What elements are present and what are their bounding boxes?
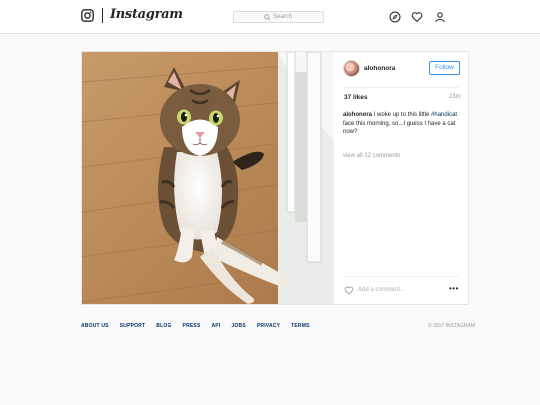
- post-details-panel: alohonora Follow 37 likes 23m alohonora …: [334, 52, 468, 304]
- post-username[interactable]: alohonora: [364, 65, 395, 72]
- search-icon: [264, 14, 271, 21]
- post-header: alohonora Follow: [334, 52, 468, 85]
- caption-username[interactable]: alohonora: [343, 112, 372, 118]
- footer-link-jobs[interactable]: JOBS: [231, 323, 245, 329]
- likes-count[interactable]: 37 likes: [344, 94, 368, 101]
- footer-link-privacy[interactable]: PRIVACY: [257, 323, 280, 329]
- more-options-icon[interactable]: •••: [449, 284, 459, 293]
- compass-icon[interactable]: [389, 11, 401, 23]
- post-photo[interactable]: [82, 52, 334, 304]
- footer-link-api[interactable]: API: [212, 323, 221, 329]
- footer-links: ABOUT US SUPPORT BLOG PRESS API JOBS PRI…: [81, 323, 321, 329]
- search-input[interactable]: Search: [233, 11, 324, 23]
- top-nav: Instagram Search: [0, 0, 540, 34]
- divider: [343, 276, 459, 277]
- caption-text-before: I woke up to this little: [372, 112, 432, 118]
- post-card: alohonora Follow 37 likes 23m alohonora …: [81, 51, 469, 305]
- logo-divider: [102, 8, 103, 23]
- footer-link-blog[interactable]: BLOG: [156, 323, 171, 329]
- divider: [343, 87, 459, 88]
- instagram-wordmark[interactable]: Instagram: [110, 7, 183, 22]
- instagram-logo-icon[interactable]: [81, 9, 94, 22]
- follow-button[interactable]: Follow: [429, 61, 460, 75]
- footer-link-about[interactable]: ABOUT US: [81, 323, 109, 329]
- heart-icon[interactable]: [411, 11, 423, 23]
- caption-text-after: face this morning, so...I guess I have a…: [343, 120, 456, 136]
- avatar[interactable]: [343, 60, 360, 77]
- view-all-comments-link[interactable]: view all 12 comments: [343, 153, 400, 159]
- copyright: © 2017 INSTAGRAM: [428, 323, 475, 329]
- search-placeholder: Search: [273, 14, 293, 20]
- user-icon[interactable]: [434, 11, 446, 23]
- add-comment-input[interactable]: Add a comment...: [358, 287, 405, 293]
- cat-photo-illustration: [82, 52, 334, 304]
- caption-hashtag[interactable]: #handicat: [431, 112, 457, 118]
- like-heart-icon[interactable]: [344, 286, 354, 295]
- footer-link-terms[interactable]: TERMS: [291, 323, 310, 329]
- footer-link-support[interactable]: SUPPORT: [120, 323, 146, 329]
- post-caption: alohonora I woke up to this little #hand…: [343, 111, 465, 137]
- footer-link-press[interactable]: PRESS: [183, 323, 201, 329]
- post-timestamp[interactable]: 23m: [449, 94, 461, 100]
